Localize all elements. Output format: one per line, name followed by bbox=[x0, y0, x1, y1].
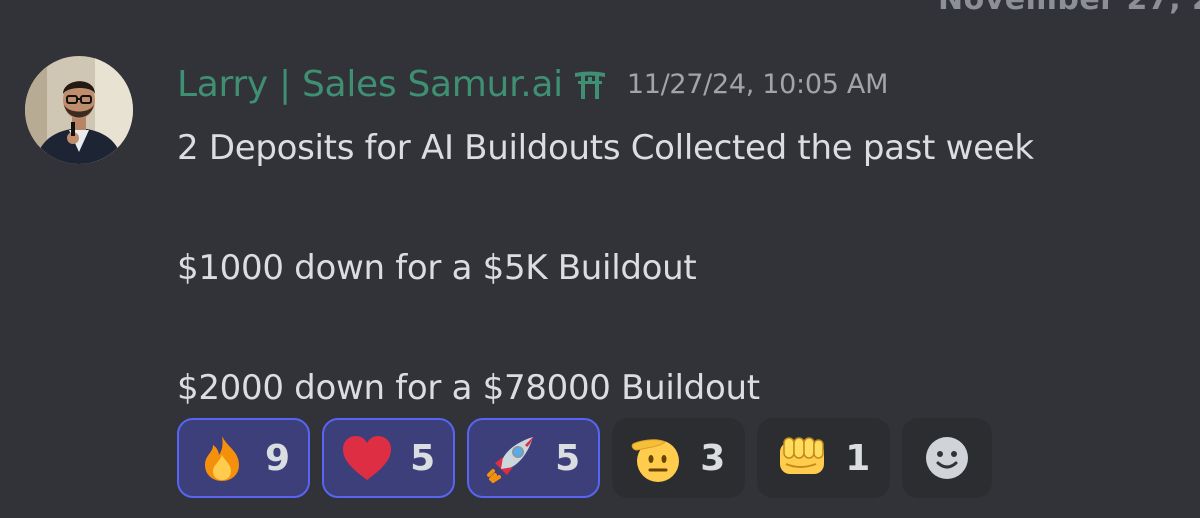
message-line: 2 Deposits for AI Buildouts Collected th… bbox=[177, 128, 1034, 168]
message-line bbox=[177, 178, 1177, 238]
oncoming-fist-emoji-icon bbox=[775, 431, 829, 485]
reactions-bar: 9 5 5 3 1 bbox=[177, 418, 993, 498]
reaction-rocket[interactable]: 5 bbox=[467, 418, 601, 498]
message-timestamp[interactable]: 11/27/24, 10:05 AM bbox=[627, 69, 888, 100]
reaction-count: 5 bbox=[410, 437, 436, 479]
chat-canvas: November 27, 2024 Lar bbox=[0, 0, 1200, 518]
message-header: Larry | Sales Samur.ai 11/27/24, 10:05 A… bbox=[177, 60, 888, 108]
message-body: 2 Deposits for AI Buildouts Collected th… bbox=[177, 118, 1177, 418]
fire-emoji-icon bbox=[195, 431, 249, 485]
message-line: $1000 down for a $5K Buildout bbox=[177, 248, 697, 288]
message-line: $2000 down for a $78000 Buildout bbox=[177, 368, 760, 408]
avatar[interactable] bbox=[25, 56, 133, 164]
saluting-face-emoji-icon bbox=[630, 431, 684, 485]
message-line bbox=[177, 298, 1177, 358]
add-reaction-button[interactable] bbox=[902, 418, 993, 498]
author-name[interactable]: Larry | Sales Samur.ai bbox=[177, 64, 563, 105]
add-reaction-smile-icon bbox=[920, 431, 974, 485]
reaction-fist[interactable]: 1 bbox=[757, 418, 891, 498]
reaction-count: 3 bbox=[700, 437, 726, 479]
reaction-heart[interactable]: 5 bbox=[322, 418, 456, 498]
reaction-fire[interactable]: 9 bbox=[177, 418, 311, 498]
rocket-emoji-icon bbox=[485, 431, 539, 485]
reaction-count: 5 bbox=[555, 437, 581, 479]
avatar-image bbox=[25, 56, 133, 164]
date-divider: November 27, 2024 bbox=[938, 0, 1200, 17]
reaction-count: 1 bbox=[845, 437, 871, 479]
torii-gate-icon bbox=[573, 69, 607, 99]
reaction-salute[interactable]: 3 bbox=[612, 418, 746, 498]
red-heart-emoji-icon bbox=[340, 431, 394, 485]
reaction-count: 9 bbox=[265, 437, 291, 479]
